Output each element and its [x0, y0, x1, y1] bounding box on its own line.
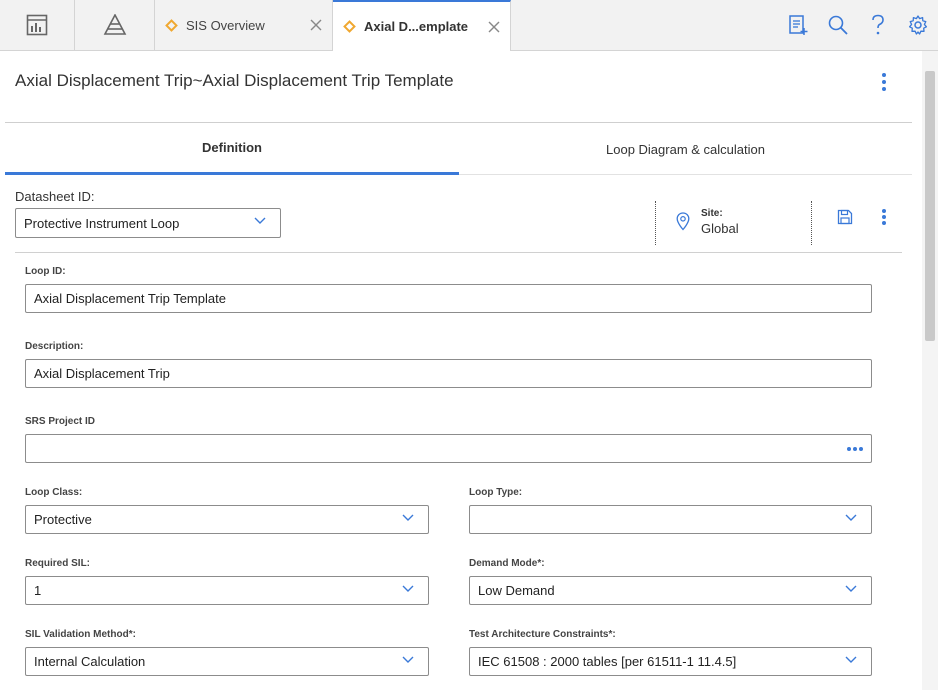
- loop-id-input[interactable]: Axial Displacement Trip Template: [25, 284, 872, 313]
- sil-validation-method-select[interactable]: Internal Calculation: [25, 647, 429, 676]
- divider: [655, 201, 656, 245]
- datasheet-menu-button[interactable]: [878, 209, 890, 225]
- gear-icon: [908, 15, 928, 35]
- diamond-icon: [165, 18, 178, 32]
- test-architecture-constraints-label: Test Architecture Constraints*:: [469, 629, 616, 640]
- datasheet-label: Datasheet ID:: [15, 189, 95, 204]
- top-bar: SIS Overview Axial D...emplate: [0, 0, 938, 51]
- page-title: Axial Displacement Trip~Axial Displaceme…: [15, 71, 454, 90]
- tab-axial-template[interactable]: Axial D...emplate: [333, 0, 511, 51]
- required-sil-label: Required SIL:: [25, 558, 91, 569]
- required-sil-value: 1: [34, 583, 42, 598]
- help-icon: [872, 14, 884, 35]
- diamond-icon: [343, 20, 356, 33]
- close-icon[interactable]: [484, 17, 504, 37]
- scrollbar-thumb[interactable]: [925, 71, 935, 341]
- loop-class-label: Loop Class:: [25, 487, 83, 498]
- location-pin-icon: [676, 212, 690, 231]
- dashboard-icon: [26, 14, 48, 36]
- tab-sis-overview[interactable]: SIS Overview: [155, 0, 333, 50]
- sil-validation-method-value: Internal Calculation: [34, 654, 146, 669]
- chevron-down-icon: [845, 585, 857, 592]
- dashboard-icon-button[interactable]: [0, 0, 75, 50]
- description-input[interactable]: Axial Displacement Trip: [25, 359, 872, 388]
- tab-definition[interactable]: Definition: [5, 123, 459, 175]
- tab-loop-diagram[interactable]: Loop Diagram & calculation: [459, 123, 912, 175]
- site-label: Site:: [701, 208, 723, 219]
- document-add-icon: [789, 15, 808, 35]
- loop-id-label: Loop ID:: [25, 266, 66, 277]
- sil-validation-method-label: SIL Validation Method*:: [25, 629, 136, 640]
- toolbar-icons: [778, 0, 938, 50]
- loop-class-value: Protective: [34, 512, 92, 527]
- new-document-button[interactable]: [778, 5, 818, 45]
- description-label: Description:: [25, 341, 84, 352]
- more-options-icon[interactable]: [847, 447, 863, 451]
- pyramid-icon: [103, 14, 126, 35]
- required-sil-select[interactable]: 1: [25, 576, 429, 605]
- demand-mode-label: Demand Mode*:: [469, 558, 545, 569]
- tab-label: SIS Overview: [186, 17, 265, 33]
- save-icon[interactable]: [837, 209, 853, 225]
- test-architecture-constraints-value: IEC 61508 : 2000 tables [per 61511-1 11.…: [478, 654, 737, 669]
- tab-label: Axial D...emplate: [364, 19, 469, 34]
- chevron-down-icon: [254, 217, 266, 224]
- loop-type-select[interactable]: [469, 505, 872, 534]
- chevron-down-icon: [845, 656, 857, 663]
- datasheet-value: Protective Instrument Loop: [24, 215, 180, 231]
- srs-project-id-input[interactable]: [25, 434, 872, 463]
- divider: [811, 201, 812, 245]
- main-content: Axial Displacement Trip~Axial Displaceme…: [5, 51, 912, 690]
- loop-class-select[interactable]: Protective: [25, 505, 429, 534]
- search-icon: [828, 15, 848, 35]
- test-architecture-constraints-select[interactable]: IEC 61508 : 2000 tables [per 61511-1 11.…: [469, 647, 872, 676]
- loop-type-label: Loop Type:: [469, 487, 523, 498]
- detail-tabs: Definition Loop Diagram & calculation: [5, 123, 912, 175]
- description-value: Axial Displacement Trip: [34, 366, 170, 381]
- demand-mode-value: Low Demand: [478, 583, 555, 598]
- srs-project-id-label: SRS Project ID: [25, 416, 96, 427]
- scrollbar[interactable]: [922, 51, 938, 690]
- chevron-down-icon: [845, 514, 857, 521]
- chevron-down-icon: [402, 656, 414, 663]
- page-menu-button[interactable]: [878, 73, 890, 91]
- hierarchy-icon-button[interactable]: [75, 0, 155, 50]
- datasheet-select[interactable]: Protective Instrument Loop: [15, 208, 281, 238]
- close-icon[interactable]: [306, 15, 326, 35]
- chevron-down-icon: [402, 514, 414, 521]
- site-value: Global: [701, 221, 739, 236]
- loop-id-value: Axial Displacement Trip Template: [34, 291, 226, 306]
- divider: [15, 252, 902, 253]
- search-button[interactable]: [818, 5, 858, 45]
- demand-mode-select[interactable]: Low Demand: [469, 576, 872, 605]
- chevron-down-icon: [402, 585, 414, 592]
- help-button[interactable]: [858, 5, 898, 45]
- settings-button[interactable]: [898, 5, 938, 45]
